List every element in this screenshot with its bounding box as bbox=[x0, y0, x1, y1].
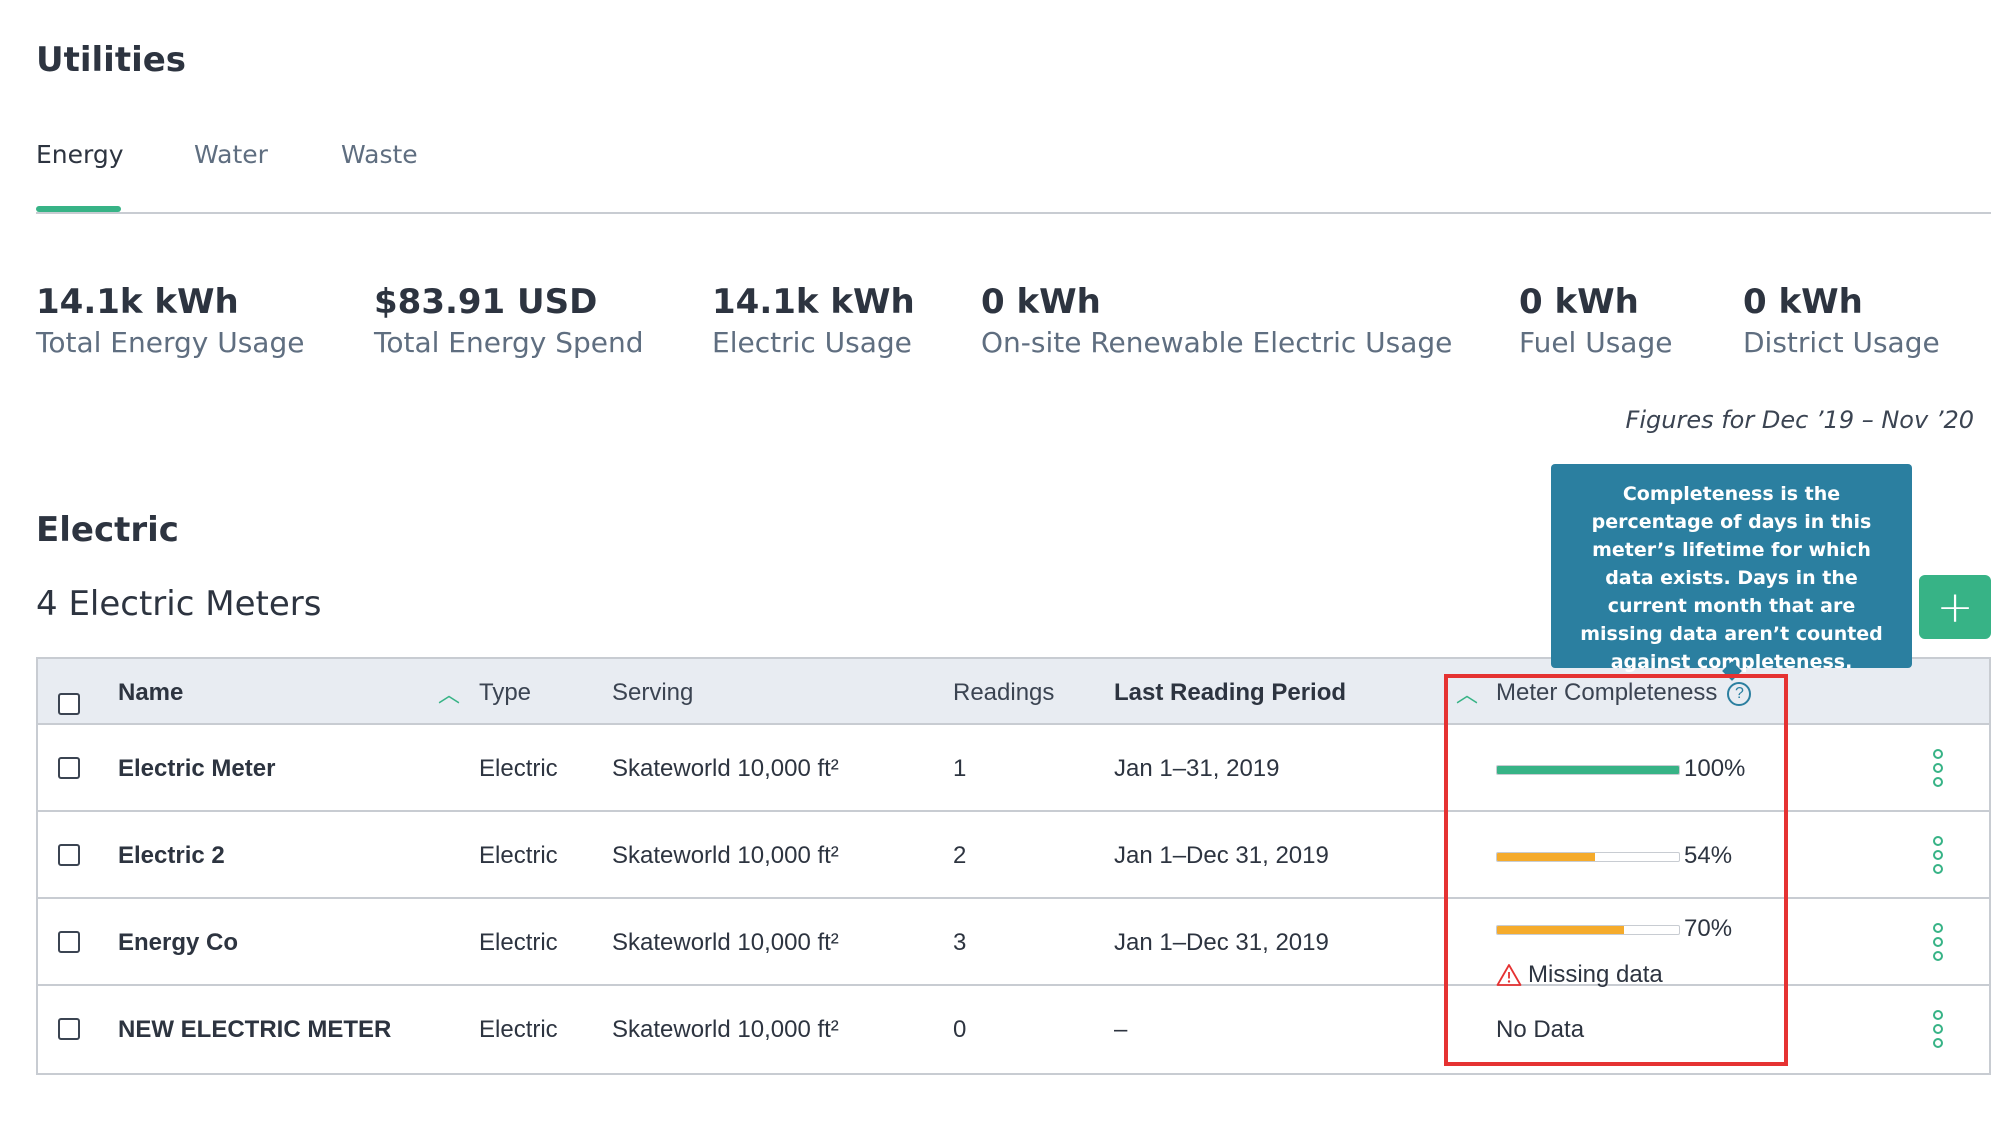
sort-asc-icon[interactable]: ︿ bbox=[1456, 677, 1478, 709]
kebab-dot bbox=[1933, 763, 1943, 773]
completeness-bar-fill bbox=[1497, 853, 1596, 861]
meters-table: Name ︿ Type Serving Readings Last Readin… bbox=[36, 657, 1991, 1075]
page-title: Utilities bbox=[36, 40, 187, 80]
kebab-dot bbox=[1933, 937, 1943, 947]
stat-electric-usage: 14.1k kWh Electric Usage bbox=[712, 282, 915, 359]
meter-readings: 0 bbox=[953, 1016, 967, 1043]
column-header-readings[interactable]: Readings bbox=[953, 679, 1054, 707]
kebab-dot bbox=[1933, 864, 1943, 874]
stat-total-energy-spend: $83.91 USD Total Energy Spend bbox=[374, 282, 644, 359]
column-header-meter-completeness[interactable]: Meter Completeness? bbox=[1496, 679, 1752, 707]
stat-label: Fuel Usage bbox=[1519, 326, 1673, 359]
column-header-serving[interactable]: Serving bbox=[612, 679, 693, 707]
tab-waste[interactable]: Waste bbox=[341, 140, 418, 169]
meter-last-period: Jan 1–31, 2019 bbox=[1114, 755, 1280, 782]
column-header-name[interactable]: Name bbox=[118, 679, 183, 707]
row-checkbox[interactable] bbox=[58, 757, 80, 779]
meter-last-period: Jan 1–Dec 31, 2019 bbox=[1114, 929, 1329, 956]
kebab-dot bbox=[1933, 951, 1943, 961]
active-tab-indicator bbox=[36, 206, 121, 212]
row-actions-menu[interactable] bbox=[1931, 749, 1945, 789]
kebab-dot bbox=[1933, 1010, 1943, 1020]
row-actions-menu[interactable] bbox=[1931, 836, 1945, 876]
column-header-last-reading-period[interactable]: Last Reading Period bbox=[1114, 679, 1346, 707]
stat-value: 14.1k kWh bbox=[36, 282, 239, 322]
warning-text: Missing data bbox=[1528, 961, 1663, 988]
row-actions-menu[interactable] bbox=[1931, 1010, 1945, 1050]
meter-name[interactable]: Electric 2 bbox=[118, 842, 225, 870]
table-row[interactable]: Energy Co Electric Skateworld 10,000 ft²… bbox=[38, 899, 1989, 989]
meter-name[interactable]: Electric Meter bbox=[118, 755, 275, 783]
stat-label: On-site Renewable Electric Usage bbox=[981, 326, 1453, 359]
completeness-percent: 100% bbox=[1684, 755, 1746, 782]
completeness-bar-fill bbox=[1497, 926, 1625, 934]
completeness-tooltip: Completeness is the percentage of days i… bbox=[1551, 464, 1912, 673]
meter-serving: Skateworld 10,000 ft² bbox=[612, 842, 839, 869]
column-header-label: Meter Completeness bbox=[1496, 679, 1718, 706]
sort-asc-icon[interactable]: ︿ bbox=[438, 677, 460, 709]
meter-serving: Skateworld 10,000 ft² bbox=[612, 929, 839, 956]
meter-last-period: Jan 1–Dec 31, 2019 bbox=[1114, 842, 1329, 869]
stat-onsite-renewable-usage: 0 kWh On-site Renewable Electric Usage bbox=[981, 282, 1452, 359]
tab-bar: Energy Water Waste bbox=[36, 140, 1991, 214]
completeness-bar bbox=[1496, 852, 1680, 862]
stat-label: Total Energy Spend bbox=[374, 326, 644, 359]
completeness-bar bbox=[1496, 765, 1680, 775]
meter-serving: Skateworld 10,000 ft² bbox=[612, 755, 839, 782]
completeness-bar-fill bbox=[1497, 766, 1679, 774]
completeness-bar bbox=[1496, 925, 1680, 935]
stat-label: District Usage bbox=[1743, 326, 1940, 359]
plus-icon: + bbox=[1936, 581, 1974, 633]
completeness-percent: 54% bbox=[1684, 842, 1733, 869]
column-header-type[interactable]: Type bbox=[479, 679, 531, 707]
meter-name[interactable]: NEW ELECTRIC METER bbox=[118, 1016, 391, 1044]
meter-last-period: – bbox=[1114, 1016, 1128, 1043]
meter-serving: Skateworld 10,000 ft² bbox=[612, 1016, 839, 1043]
stat-value: 0 kWh bbox=[1519, 282, 1639, 322]
missing-data-warning: Missing data bbox=[1496, 961, 1663, 989]
table-row[interactable]: Electric 2 Electric Skateworld 10,000 ft… bbox=[38, 812, 1989, 899]
stat-value: 0 kWh bbox=[981, 282, 1101, 322]
meter-type: Electric bbox=[479, 1016, 558, 1043]
select-all-checkbox[interactable] bbox=[58, 693, 80, 715]
figures-date-range-note: Figures for Dec ’19 – Nov ’20 bbox=[1625, 406, 1974, 434]
stat-label: Electric Usage bbox=[712, 326, 912, 359]
tab-water[interactable]: Water bbox=[194, 140, 268, 169]
row-checkbox[interactable] bbox=[58, 844, 80, 866]
meter-readings: 3 bbox=[953, 929, 967, 956]
stat-total-energy-usage: 14.1k kWh Total Energy Usage bbox=[36, 282, 304, 359]
section-title: Electric bbox=[36, 510, 179, 550]
meter-type: Electric bbox=[479, 842, 558, 869]
kebab-dot bbox=[1933, 923, 1943, 933]
completeness-no-data: No Data bbox=[1496, 1016, 1585, 1043]
meter-readings: 2 bbox=[953, 842, 967, 869]
meter-name[interactable]: Energy Co bbox=[118, 929, 238, 957]
row-checkbox[interactable] bbox=[58, 931, 80, 953]
stat-value: $83.91 USD bbox=[374, 282, 598, 322]
stat-value: 0 kWh bbox=[1743, 282, 1863, 322]
meter-readings: 1 bbox=[953, 755, 967, 782]
warning-icon bbox=[1496, 964, 1522, 986]
kebab-dot bbox=[1933, 749, 1943, 759]
row-actions-menu[interactable] bbox=[1931, 923, 1945, 963]
tab-energy[interactable]: Energy bbox=[36, 140, 124, 169]
kebab-dot bbox=[1933, 777, 1943, 787]
table-row[interactable]: Electric Meter Electric Skateworld 10,00… bbox=[38, 725, 1989, 812]
stat-value: 14.1k kWh bbox=[712, 282, 915, 322]
meter-count: 4 Electric Meters bbox=[36, 584, 322, 624]
add-meter-button[interactable]: + bbox=[1919, 575, 1991, 639]
stat-district-usage: 0 kWh District Usage bbox=[1743, 282, 1940, 359]
table-row[interactable]: NEW ELECTRIC METER Electric Skateworld 1… bbox=[38, 986, 1989, 1073]
meter-type: Electric bbox=[479, 755, 558, 782]
row-checkbox[interactable] bbox=[58, 1018, 80, 1040]
stat-label: Total Energy Usage bbox=[36, 326, 305, 359]
kebab-dot bbox=[1933, 836, 1943, 846]
kebab-dot bbox=[1933, 1024, 1943, 1034]
help-icon[interactable]: ? bbox=[1727, 681, 1752, 706]
kebab-dot bbox=[1933, 1038, 1943, 1048]
kebab-dot bbox=[1933, 850, 1943, 860]
meter-type: Electric bbox=[479, 929, 558, 956]
completeness-percent: 70% bbox=[1684, 915, 1733, 942]
stat-fuel-usage: 0 kWh Fuel Usage bbox=[1519, 282, 1672, 359]
